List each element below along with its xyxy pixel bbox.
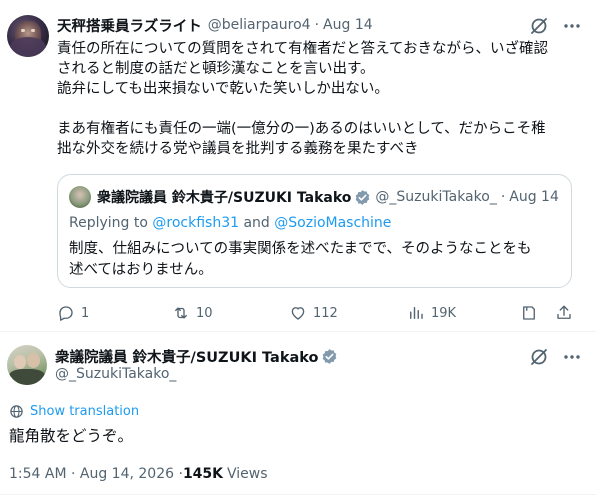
main-tweet-text: 龍角散をどうぞ。 xyxy=(9,427,134,445)
separator: · xyxy=(314,17,320,33)
views-count: 145K xyxy=(182,466,224,482)
views-label: Views xyxy=(227,466,268,482)
divider xyxy=(0,331,596,332)
views-button[interactable]: 19K xyxy=(407,302,456,324)
quote-date: Aug 14 xyxy=(509,189,559,205)
show-translation-label[interactable]: Show translation xyxy=(30,404,139,419)
reply-icon xyxy=(59,306,73,321)
avatar[interactable] xyxy=(7,15,49,57)
reply-count: 1 xyxy=(81,305,90,321)
author-name[interactable]: 天秤搭乗員ラズライト xyxy=(57,15,202,36)
show-translation-link[interactable]: Show translation xyxy=(9,402,139,420)
bookmark-share-icon[interactable] xyxy=(520,304,538,326)
views-icon xyxy=(410,307,423,319)
main-author-name[interactable]: 衆議院議員 鈴木貴子/SUZUKI Takako xyxy=(55,346,318,367)
tweet-meta: 1:54 AM · Aug 14, 2026 · 145K Views xyxy=(9,464,268,484)
mention-link[interactable]: @rockfish31 xyxy=(152,215,239,231)
replying-prefix: Replying to xyxy=(69,215,153,231)
tweet-text-line: 詭弁にしても出来損ないで乾いた笑いしか出ない。 xyxy=(57,81,389,97)
main-author-handle[interactable]: @_SuzukiTakako_ xyxy=(55,366,176,382)
like-icon xyxy=(291,307,305,320)
translate-icon xyxy=(10,404,23,418)
replying-to: Replying to @rockfish31 and @SozioMaschi… xyxy=(69,215,391,231)
quoted-tweet[interactable]: 衆議院議員 鈴木貴子/SUZUKI Takako @_SuzukiTakako_… xyxy=(57,174,572,288)
tweet-header: 天秤搭乗員ラズライト @beliarpauro4 · Aug 14 xyxy=(57,14,373,36)
verified-badge-icon xyxy=(354,189,371,206)
parent-tweet[interactable]: 天秤搭乗員ラズライト @beliarpauro4 · Aug 14 責任の所在に… xyxy=(0,0,596,330)
grok-icon[interactable] xyxy=(529,16,549,36)
quote-text-line: 制度、仕組みについての事実関係を述べたまでで、そのようなことをも xyxy=(69,241,532,257)
tweet-text: 責任の所在についての質問をされて有権者だと答えておきながら、いざ確認 されると制… xyxy=(57,39,587,159)
share-icon[interactable] xyxy=(555,304,573,326)
retweet-button[interactable]: 10 xyxy=(172,302,213,324)
author-handle[interactable]: @beliarpauro4 xyxy=(208,17,311,33)
tweet-text-line: 拙な外交を続ける党や議員を批判する義務を果たすべき xyxy=(57,141,419,157)
reply-button[interactable]: 1 xyxy=(57,302,89,324)
retweet-count: 10 xyxy=(196,305,213,321)
main-tweet-header: 衆議院議員 鈴木貴子/SUZUKI Takako xyxy=(55,345,338,367)
views-count: 19K xyxy=(431,305,457,321)
tweet-text-line: まあ有権者にも責任の一端(一億分の一)あるのはいいとして、だからこそ稚 xyxy=(57,121,546,137)
quote-author-handle: @_SuzukiTakako_ xyxy=(375,189,497,205)
tweet-text-line: されると制度の話だと頓珍漢なことを言い出す。 xyxy=(57,61,375,77)
avatar[interactable] xyxy=(7,345,47,385)
timestamp[interactable]: 1:54 AM · Aug 14, 2026 · xyxy=(9,466,183,482)
more-icon[interactable] xyxy=(562,16,582,36)
action-bar: 1 10 112 19K xyxy=(57,302,577,324)
quote-header: 衆議院議員 鈴木貴子/SUZUKI Takako @_SuzukiTakako_… xyxy=(97,185,559,209)
tweet-date[interactable]: Aug 14 xyxy=(323,17,373,33)
verified-badge-icon xyxy=(321,348,338,365)
quote-avatar xyxy=(69,186,91,208)
replying-and: and xyxy=(239,215,275,231)
tweet-text-line: 責任の所在についての質問をされて有権者だと答えておきながら、いざ確認 xyxy=(57,41,548,57)
like-count: 112 xyxy=(313,305,338,321)
more-icon[interactable] xyxy=(562,347,582,367)
grok-icon[interactable] xyxy=(529,347,549,367)
quote-text-line: 述べてはおりません。 xyxy=(69,262,213,278)
quote-author-name: 衆議院議員 鈴木貴子/SUZUKI Takako xyxy=(97,190,352,206)
like-button[interactable]: 112 xyxy=(289,302,338,324)
quote-text: 制度、仕組みについての事実関係を述べたまでで、そのようなことをも 述べてはおりま… xyxy=(69,239,564,281)
mention-link[interactable]: @SozioMaschine xyxy=(274,215,391,231)
retweet-icon xyxy=(175,307,187,319)
separator: · xyxy=(500,189,506,205)
divider xyxy=(0,494,596,495)
